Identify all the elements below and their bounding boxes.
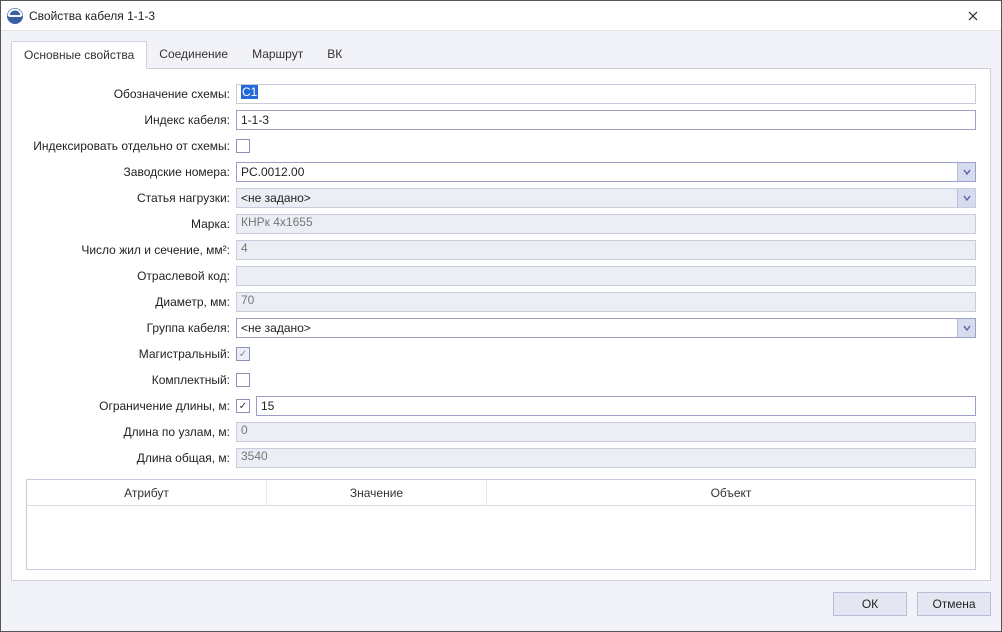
table-body xyxy=(27,506,975,569)
label-load: Статья нагрузки: xyxy=(26,191,236,205)
input-brand: КНРк 4х1655 xyxy=(236,214,976,234)
combo-factory-value: PC.0012.00 xyxy=(237,165,957,179)
label-branch-code: Отраслевой код: xyxy=(26,269,236,283)
tab-vk[interactable]: ВК xyxy=(315,41,354,69)
label-node-len: Длина по узлам, м: xyxy=(26,425,236,439)
input-cores: 4 xyxy=(236,240,976,260)
chevron-down-icon[interactable] xyxy=(957,163,975,181)
chevron-down-icon[interactable] xyxy=(957,319,975,337)
label-schema: Обозначение схемы: xyxy=(26,87,236,101)
label-group: Группа кабеля: xyxy=(26,321,236,335)
column-object[interactable]: Объект xyxy=(487,480,975,505)
table-header: Атрибут Значение Объект xyxy=(27,480,975,506)
label-total-len: Длина общая, м: xyxy=(26,451,236,465)
tab-route[interactable]: Маршрут xyxy=(240,41,315,69)
label-index: Индекс кабеля: xyxy=(26,113,236,127)
combo-load-value: <не задано> xyxy=(237,191,957,205)
window-title: Свойства кабеля 1-1-3 xyxy=(29,9,953,23)
ok-button[interactable]: ОК xyxy=(833,592,907,616)
tab-panel-main: Обозначение схемы: С1 Индекс кабеля: Инд… xyxy=(11,68,991,581)
label-cores: Число жил и сечение, мм²: xyxy=(26,243,236,257)
input-diameter: 70 xyxy=(236,292,976,312)
column-attribute[interactable]: Атрибут xyxy=(27,480,267,505)
tab-connection[interactable]: Соединение xyxy=(147,41,240,69)
tab-bar: Основные свойства Соединение Маршрут ВК xyxy=(11,41,991,69)
label-trunk: Магистральный: xyxy=(26,347,236,361)
label-sep-index: Индексировать отдельно от схемы: xyxy=(26,139,236,153)
combo-load[interactable]: <не задано> xyxy=(236,188,976,208)
attribute-table: Атрибут Значение Объект xyxy=(26,479,976,570)
label-limit: Ограничение длины, м: xyxy=(26,399,236,413)
input-branch-code xyxy=(236,266,976,286)
label-kit: Комплектный: xyxy=(26,373,236,387)
checkbox-trunk: ✓ xyxy=(236,347,250,361)
checkbox-kit[interactable] xyxy=(236,373,250,387)
combo-factory[interactable]: PC.0012.00 xyxy=(236,162,976,182)
client-area: Основные свойства Соединение Маршрут ВК … xyxy=(1,31,1001,631)
input-total-len: 3540 xyxy=(236,448,976,468)
chevron-down-icon[interactable] xyxy=(957,189,975,207)
label-diameter: Диаметр, мм: xyxy=(26,295,236,309)
close-icon xyxy=(968,11,978,21)
tab-main[interactable]: Основные свойства xyxy=(11,41,147,69)
label-factory: Заводские номера: xyxy=(26,165,236,179)
form: Обозначение схемы: С1 Индекс кабеля: Инд… xyxy=(26,83,976,469)
dialog-footer: ОК Отмена xyxy=(11,581,991,621)
label-brand: Марка: xyxy=(26,217,236,231)
input-index[interactable] xyxy=(236,110,976,130)
app-icon xyxy=(7,8,23,24)
checkbox-sep-index[interactable] xyxy=(236,139,250,153)
combo-group-value: <не задано> xyxy=(237,321,957,335)
close-button[interactable] xyxy=(953,2,993,30)
title-bar: Свойства кабеля 1-1-3 xyxy=(1,1,1001,31)
input-limit[interactable] xyxy=(256,396,976,416)
checkbox-limit-enabled[interactable]: ✓ xyxy=(236,399,250,413)
combo-group[interactable]: <не задано> xyxy=(236,318,976,338)
input-node-len: 0 xyxy=(236,422,976,442)
input-schema[interactable]: С1 xyxy=(236,84,976,104)
cancel-button[interactable]: Отмена xyxy=(917,592,991,616)
column-value[interactable]: Значение xyxy=(267,480,487,505)
